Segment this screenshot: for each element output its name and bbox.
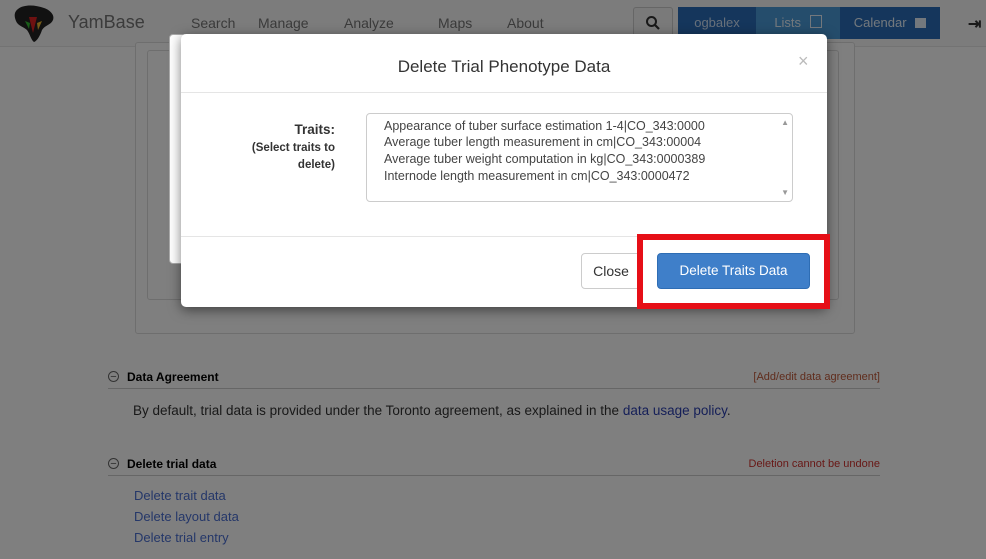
modal-header-divider: [181, 92, 827, 93]
traits-label-text: Traits:: [294, 122, 335, 137]
traits-select[interactable]: Appearance of tuber surface estimation 1…: [366, 113, 793, 202]
trait-option[interactable]: Internode length measurement in cm|CO_34…: [384, 169, 777, 183]
scroll-up-icon[interactable]: ▲: [781, 118, 789, 127]
traits-hint: (Select traits to delete): [251, 142, 335, 171]
trait-option[interactable]: Appearance of tuber surface estimation 1…: [384, 119, 777, 133]
close-icon[interactable]: ×: [798, 51, 809, 72]
highlight-annotation: [637, 234, 830, 309]
traits-label: Traits: (Select traits to delete): [221, 122, 335, 174]
trait-option[interactable]: Average tuber weight computation in kg|C…: [384, 152, 777, 166]
close-button[interactable]: Close: [581, 253, 641, 289]
scroll-down-icon[interactable]: ▼: [781, 188, 789, 197]
modal-title: Delete Trial Phenotype Data: [397, 57, 611, 76]
trait-option[interactable]: Average tuber length measurement in cm|C…: [384, 135, 777, 149]
